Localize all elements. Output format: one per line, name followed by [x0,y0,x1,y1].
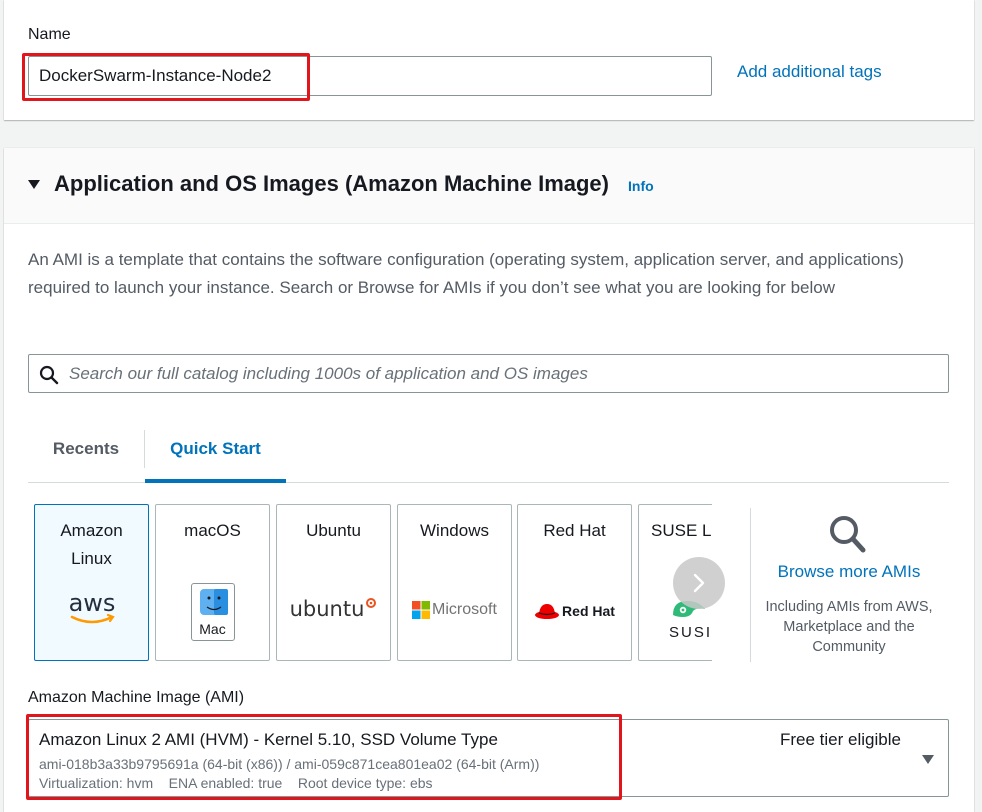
os-tile-macos[interactable]: macOS Mac [155,504,270,661]
browse-subtext: Including AMIs from AWS, Marketplace and… [765,599,933,655]
os-tiles-carousel: Amazon Linux aws macOS Mac Ubuntu ubuntu… [4,148,712,812]
os-tile-amazon-linux[interactable]: Amazon Linux aws [34,504,149,661]
os-tile-ubuntu[interactable]: Ubuntu ubuntu [276,504,391,661]
browse-divider [750,508,751,662]
ubuntu-logo-icon: ubuntu [277,597,390,621]
free-tier-badge: Free tier eligible [780,730,901,749]
ami-select-label: Amazon Machine Image (AMI) [28,689,245,706]
name-label: Name [28,26,71,43]
os-tile-label: SUSE Li [651,521,712,540]
carousel-next-button[interactable] [673,557,725,609]
os-tile-windows[interactable]: Windows Microsoft [397,504,512,661]
os-tile-label: Windows [420,521,489,540]
search-icon[interactable] [828,514,868,556]
caret-down-icon[interactable] [922,755,934,764]
browse-more-amis-link[interactable]: Browse more AMIs [764,562,934,582]
ami-select[interactable]: Amazon Linux 2 AMI (HVM) - Kernel 5.10, … [28,719,949,797]
mac-logo-text: Mac [199,621,226,637]
os-tile-label: Amazon Linux [60,521,123,568]
name-panel: Name DockerSwarm-Instance-Node2 Add addi… [4,0,974,120]
red-hat-logo-icon: Red Hat [518,601,631,621]
ami-ids: ami-018b3a33b9795691a (64-bit (x86)) / a… [39,756,540,772]
add-additional-tags-link[interactable]: Add additional tags [737,62,882,82]
ami-metadata: Virtualization: hvm ENA enabled: true Ro… [39,775,433,791]
red-hat-logo-text: Red Hat [562,603,615,619]
ami-selected-name: Amazon Linux 2 AMI (HVM) - Kernel 5.10, … [39,730,498,749]
microsoft-logo-text: Microsoft [432,601,497,618]
aws-logo-icon: aws [35,589,148,634]
name-input[interactable]: DockerSwarm-Instance-Node2 [28,56,712,96]
suse-logo-text: SUSI [669,624,712,641]
os-tile-label: Ubuntu [306,521,361,540]
ubuntu-logo-text: ubuntu [289,597,365,621]
svg-text:aws: aws [68,589,115,617]
mac-logo-icon: Mac [156,583,269,646]
chevron-right-icon [693,573,705,593]
ami-panel: Application and OS Images (Amazon Machin… [4,148,974,812]
os-tile-label: macOS [184,521,241,540]
microsoft-logo-icon: Microsoft [398,601,511,619]
os-tile-label: Red Hat [543,521,606,540]
os-tile-red-hat[interactable]: Red Hat Red Hat [517,504,632,661]
